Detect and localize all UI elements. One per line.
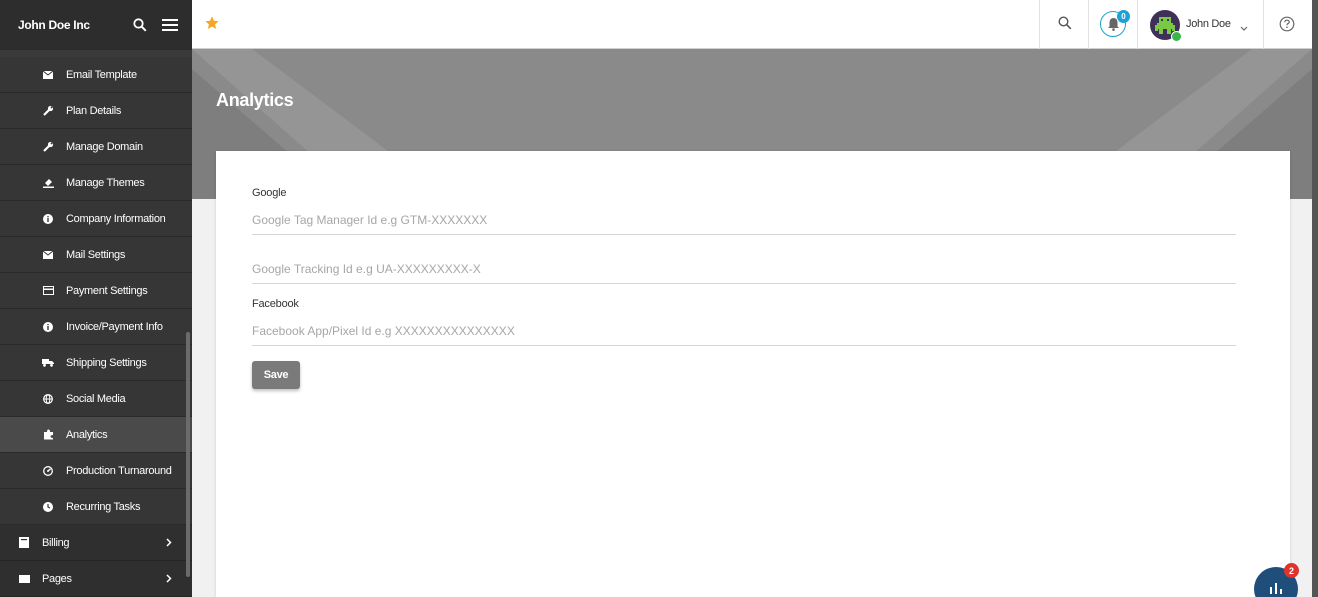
wrench-icon [42,141,54,153]
analytics-form-card: Google Facebook Save [216,151,1290,597]
sidebar-item-plan-details[interactable]: Plan Details [0,93,192,129]
sidebar-item-analytics[interactable]: Analytics [0,417,192,453]
window-edge [1312,0,1318,597]
sidebar-item-email-template[interactable]: Email Template [0,57,192,93]
chat-badge: 2 [1284,563,1299,578]
sidebar-item-label: Shipping Settings [66,356,147,369]
sidebar-item-invoice-payment-info[interactable]: Invoice/Payment Info [0,309,192,345]
chevron-right-icon [166,574,172,583]
sidebar-item-label: Company Information [66,212,166,225]
envelope-icon [42,249,54,261]
facebook-pixel-input[interactable] [252,316,1236,346]
chart-icon [1269,581,1283,597]
info-icon [42,321,54,333]
sidebar-item-payment-settings[interactable]: Payment Settings [0,273,192,309]
card-icon [42,285,54,297]
sidebar: John Doe Inc Email Template Plan Details… [0,0,192,597]
sidebar-item-pages[interactable]: Pages [0,561,192,597]
brand-name: John Doe Inc [18,18,90,32]
puzzle-icon [42,429,54,441]
gauge-icon [42,465,54,477]
sidebar-item-mail-settings[interactable]: Mail Settings [0,237,192,273]
sidebar-item-label: Mail Settings [66,248,126,261]
sidebar-item-manage-themes[interactable]: Manage Themes [0,165,192,201]
paint-icon [42,177,54,189]
sidebar-header: John Doe Inc [0,0,192,50]
billing-icon [18,537,30,549]
sidebar-item-label: Analytics [66,428,108,441]
sidebar-item-label: Social Media [66,392,126,405]
google-tag-manager-input[interactable] [252,205,1236,235]
divider [1039,0,1040,49]
notification-badge: 0 [1117,10,1130,23]
search-icon[interactable] [1058,16,1072,35]
globe-icon [42,393,54,405]
chevron-right-icon [166,538,172,547]
top-bar: 0 John Doe [192,0,1318,49]
sidebar-item-label: Email Template [66,68,137,81]
info-icon [42,213,54,225]
sidebar-item-social-media[interactable]: Social Media [0,381,192,417]
envelope-icon [42,69,54,81]
star-icon[interactable] [204,15,220,36]
save-button[interactable]: Save [252,361,300,389]
sidebar-item-company-information[interactable]: Company Information [0,201,192,237]
sidebar-item-recurring-tasks[interactable]: Recurring Tasks [0,489,192,525]
sidebar-item-manage-domain[interactable]: Manage Domain [0,129,192,165]
user-name[interactable]: John Doe [1186,18,1231,30]
divider [1088,0,1089,49]
sidebar-item-label: Pages [42,572,72,585]
facebook-section-label: Facebook [252,298,299,310]
sidebar-scrollbar[interactable] [186,332,190,577]
sidebar-item-shipping-settings[interactable]: Shipping Settings [0,345,192,381]
truck-icon [42,357,54,369]
sidebar-item-label: Payment Settings [66,284,148,297]
google-tracking-id-input[interactable] [252,254,1236,284]
sidebar-item-label: Production Turnaround [66,464,172,477]
help-icon[interactable] [1279,16,1295,37]
online-status-icon [1171,31,1182,42]
menu-icon[interactable] [162,17,178,33]
clock-icon [42,501,54,513]
page-title: Analytics [216,90,294,110]
sidebar-item-production-turnaround[interactable]: Production Turnaround [0,453,192,489]
google-section-label: Google [252,187,287,199]
pages-icon [18,573,30,585]
search-icon[interactable] [132,17,148,33]
sidebar-item-label: Manage Themes [66,176,145,189]
divider [1263,0,1264,49]
sidebar-item-label: Plan Details [66,104,122,117]
chevron-down-icon[interactable] [1240,19,1248,37]
sidebar-item-label: Manage Domain [66,140,143,153]
sidebar-item-label: Invoice/Payment Info [66,320,163,333]
wrench-icon [42,105,54,117]
sidebar-item-label: Recurring Tasks [66,500,141,513]
sidebar-menu: Email Template Plan Details Manage Domai… [0,57,192,597]
sidebar-item-label: Billing [42,536,70,549]
divider [1137,0,1138,49]
sidebar-item-billing[interactable]: Billing [0,525,192,561]
